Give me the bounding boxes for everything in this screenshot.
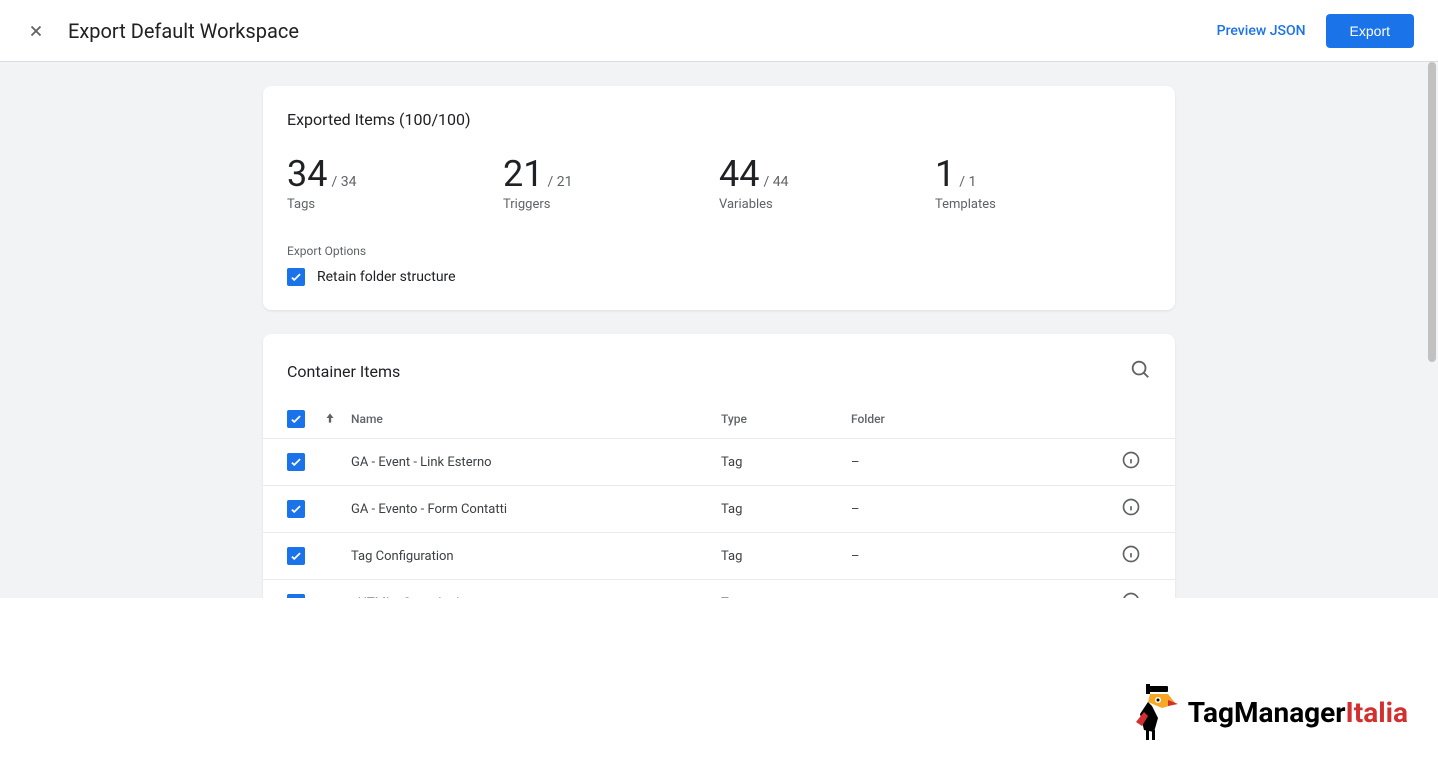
table-row[interactable]: GA - Event - Link Esterno Tag – (263, 439, 1175, 486)
woodpecker-icon (1120, 682, 1180, 742)
row-type: Tag (721, 455, 851, 470)
row-name: GA - Evento - Form Contatti (351, 502, 721, 517)
row-name: GA - Event - Link Esterno (351, 455, 721, 470)
page-title: Export Default Workspace (68, 19, 1217, 43)
row-folder: – (851, 596, 1111, 599)
stat-variables: 44 / 44 Variables (719, 153, 935, 212)
row-checkbox[interactable] (287, 500, 305, 518)
scrollbar[interactable] (1428, 62, 1436, 362)
exported-items-title: Exported Items (100/100) (287, 110, 1151, 129)
row-folder: – (851, 455, 1111, 470)
stat-triggers: 21 / 21 Triggers (503, 153, 719, 212)
watermark: TagManagerItalia (1110, 672, 1418, 752)
column-name[interactable]: Name (351, 412, 721, 426)
export-button[interactable]: Export (1326, 14, 1414, 48)
exported-items-card: Exported Items (100/100) 34 / 34 Tags 21… (263, 86, 1175, 310)
content-area: Exported Items (100/100) 34 / 34 Tags 21… (0, 62, 1438, 598)
stat-value: 34 (287, 153, 327, 195)
header-bar: Export Default Workspace Preview JSON Ex… (0, 0, 1438, 62)
row-checkbox[interactable] (287, 453, 305, 471)
select-all-checkbox[interactable] (287, 410, 305, 428)
stat-value: 1 (935, 153, 955, 195)
info-icon[interactable] (1121, 450, 1141, 474)
stat-label: Variables (719, 197, 935, 212)
table-header: Name Type Folder (263, 400, 1175, 439)
container-items-card: Container Items Name Type Folder (263, 334, 1175, 598)
watermark-text: TagManagerItalia (1188, 696, 1408, 729)
stat-total: / 1 (959, 174, 976, 190)
row-folder: – (851, 549, 1111, 564)
preview-json-link[interactable]: Preview JSON (1217, 23, 1306, 39)
column-folder[interactable]: Folder (851, 412, 1111, 426)
stat-label: Tags (287, 197, 503, 212)
info-icon[interactable] (1121, 591, 1141, 598)
row-checkbox[interactable] (287, 547, 305, 565)
info-icon[interactable] (1121, 544, 1141, 568)
stat-label: Templates (935, 197, 1151, 212)
stat-label: Triggers (503, 197, 719, 212)
row-type: Tag (721, 549, 851, 564)
close-icon[interactable] (24, 19, 48, 43)
row-name: cHTML - Smartlook (351, 596, 721, 599)
stat-total: / 21 (547, 174, 572, 190)
row-type: Tag (721, 596, 851, 599)
row-type: Tag (721, 502, 851, 517)
retain-folder-label: Retain folder structure (317, 269, 456, 285)
row-checkbox[interactable] (287, 594, 305, 598)
stat-value: 44 (719, 153, 759, 195)
export-options-label: Export Options (287, 244, 1151, 258)
table-row[interactable]: Tag Configuration Tag – (263, 533, 1175, 580)
table-row[interactable]: cHTML - Smartlook Tag – (263, 580, 1175, 598)
stats-row: 34 / 34 Tags 21 / 21 Triggers 44 / 44 (287, 153, 1151, 212)
search-icon[interactable] (1129, 358, 1151, 384)
stat-total: / 34 (331, 174, 356, 190)
stat-tags: 34 / 34 Tags (287, 153, 503, 212)
stat-value: 21 (503, 153, 543, 195)
row-name: Tag Configuration (351, 549, 721, 564)
column-type[interactable]: Type (721, 412, 851, 426)
stat-total: / 44 (763, 174, 788, 190)
sort-arrow-icon[interactable] (323, 411, 337, 428)
row-folder: – (851, 502, 1111, 517)
retain-folder-checkbox[interactable] (287, 268, 305, 286)
container-items-title: Container Items (287, 362, 400, 381)
info-icon[interactable] (1121, 497, 1141, 521)
table-row[interactable]: GA - Evento - Form Contatti Tag – (263, 486, 1175, 533)
stat-templates: 1 / 1 Templates (935, 153, 1151, 212)
